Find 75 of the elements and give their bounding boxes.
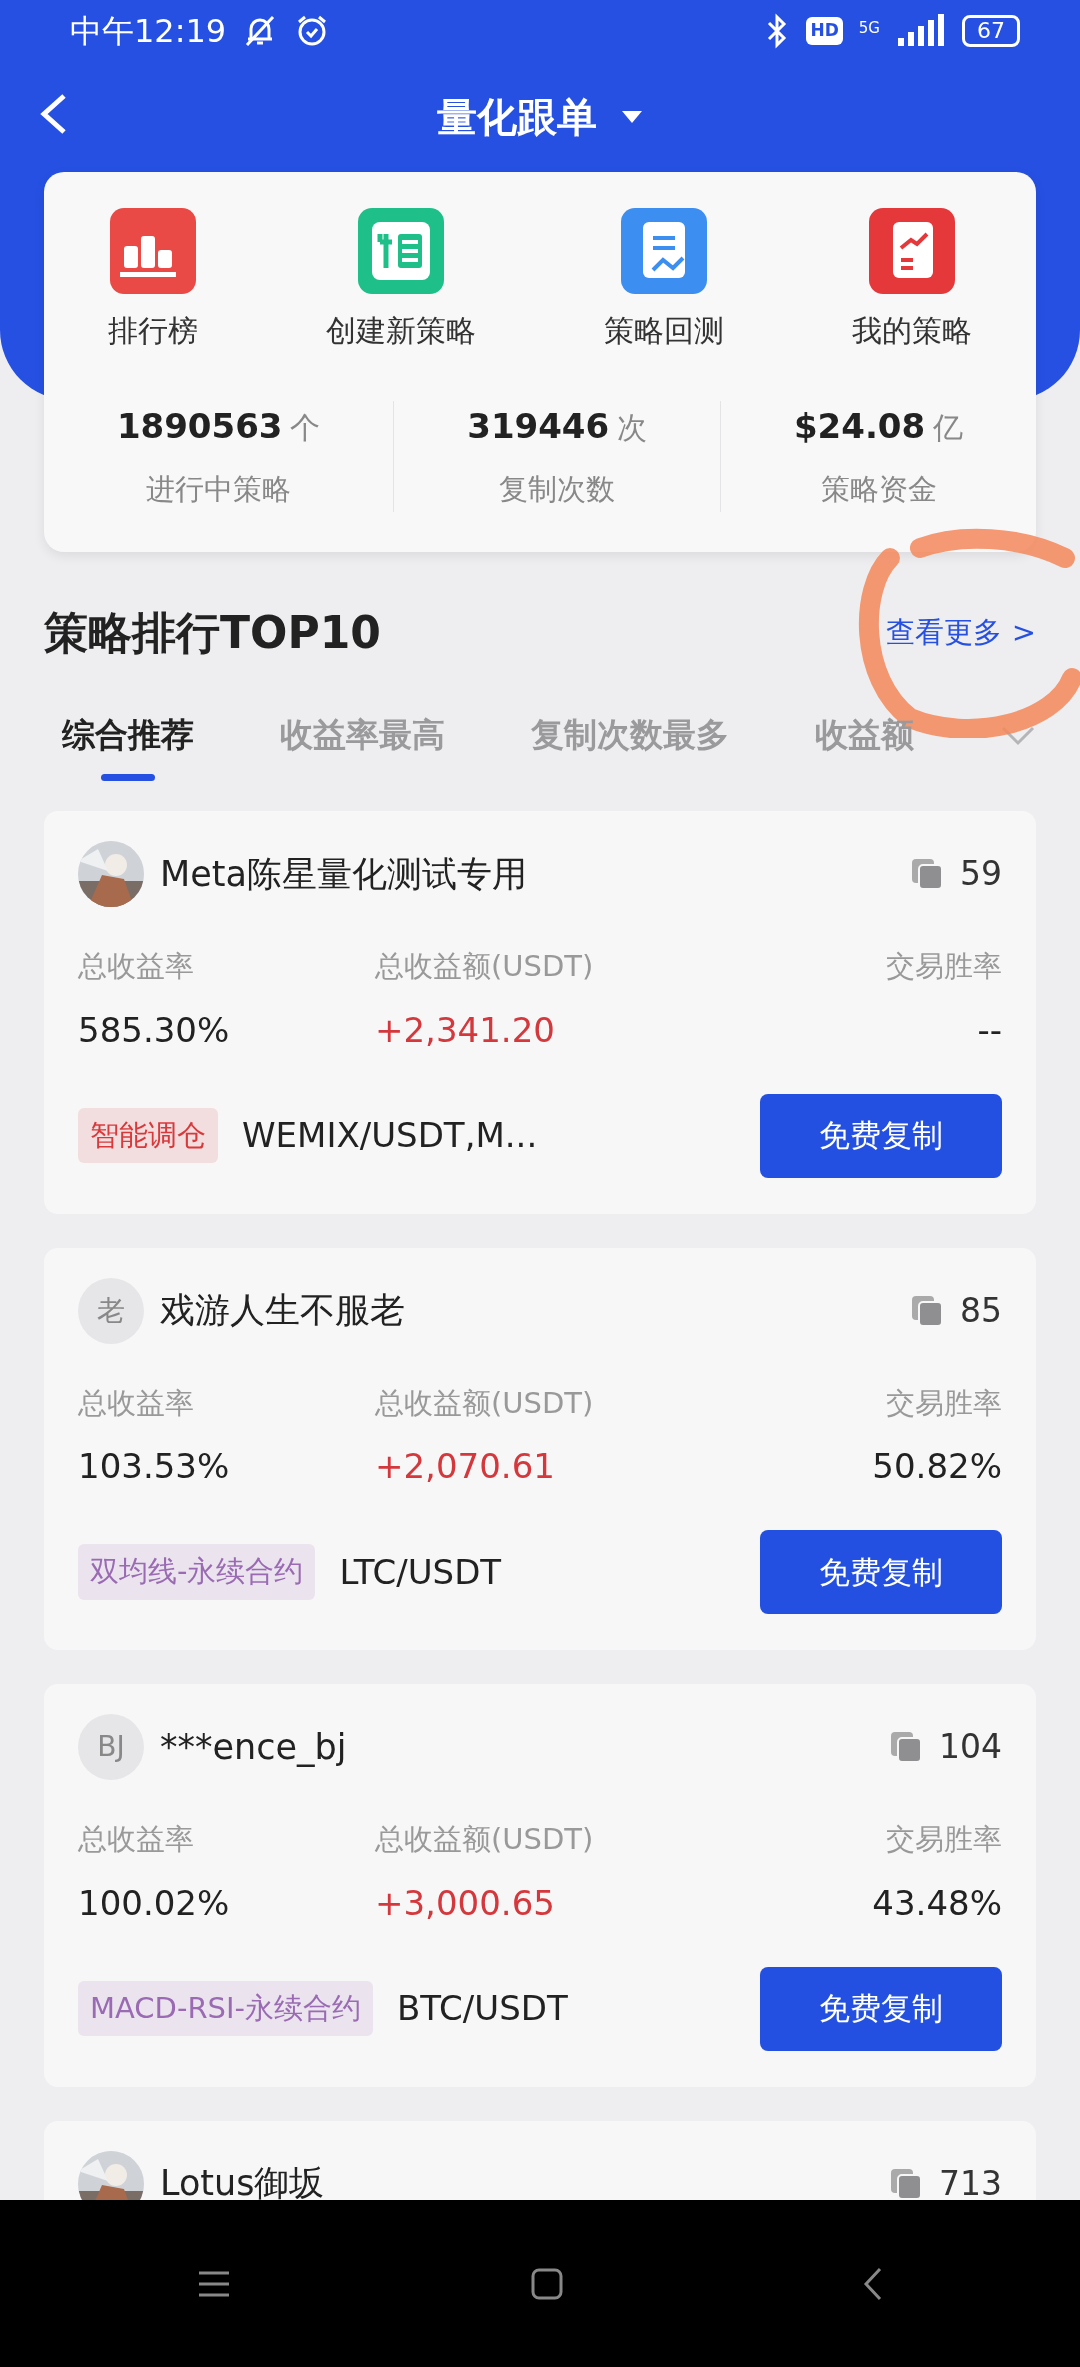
- dropdown-caret-icon[interactable]: [621, 110, 643, 124]
- menu-button[interactable]: [197, 2269, 232, 2298]
- status-time: 中午12:19: [70, 11, 227, 52]
- metric-value: --: [976, 1008, 1002, 1052]
- shortcut-item[interactable]: 排行榜: [108, 208, 198, 353]
- metric-label: 总收益率: [78, 1384, 195, 1422]
- metric-label: 总收益率: [78, 948, 195, 985]
- avatar: BJ: [78, 1714, 144, 1780]
- metric-value: 100.02%: [78, 1881, 231, 1925]
- metric-label: 总收益额(USDT): [375, 948, 595, 985]
- copy-button[interactable]: 免费复制: [760, 1966, 1002, 2051]
- metric-label: 交易胜率: [885, 1821, 1002, 1858]
- trading-pairs: WEMIX/USDT,M...: [242, 1114, 539, 1157]
- copy-count: 59: [960, 853, 1002, 896]
- metric-value: +2,070.61: [375, 1445, 556, 1488]
- trading-pairs: LTC/USDT: [339, 1550, 503, 1594]
- stat-value: 319446: [467, 406, 610, 446]
- metric-label: 总收益率: [78, 1821, 195, 1858]
- network-type: 5G: [858, 18, 880, 39]
- chart-document-icon: [869, 208, 955, 294]
- copy-button[interactable]: 免费复制: [760, 1530, 1002, 1614]
- metric-label: 总收益额(USDT): [375, 1384, 595, 1422]
- menu-icon: [197, 2269, 232, 2298]
- copy-count: 713: [939, 2162, 1002, 2200]
- avatar: 老: [78, 1277, 144, 1344]
- page-title: 量化跟单: [437, 93, 597, 142]
- metric-value: +2,341.20: [375, 1008, 556, 1052]
- metric-value: 585.30%: [78, 1008, 231, 1052]
- strategy-tag: 双均线-永续合约: [78, 1544, 316, 1600]
- stat-value: $24.08: [793, 406, 926, 446]
- podium-icon: [110, 208, 196, 294]
- metric-value: +3,000.65: [375, 1881, 556, 1925]
- metric-value: 50.82%: [871, 1445, 1002, 1488]
- wrench-list-icon: [358, 208, 444, 294]
- battery: 67: [962, 15, 1020, 47]
- strategy-tag: MACD-RSI-永续合约: [78, 1980, 373, 2037]
- copy-icon: [889, 1730, 923, 1764]
- section-title: 策略排行TOP10: [44, 605, 381, 660]
- shortcut-item[interactable]: 创建新策略: [326, 208, 476, 353]
- stat-unit: 亿: [933, 410, 964, 445]
- tab[interactable]: 综合推荐: [62, 709, 194, 781]
- strategy-tag: 智能调仓: [78, 1107, 218, 1164]
- shortcut-item[interactable]: 策略回测: [604, 208, 724, 353]
- trader-name: Lotus御坂: [160, 2162, 326, 2200]
- more-link[interactable]: 查看更多 >: [886, 610, 1036, 655]
- stat-label: 复制次数: [498, 471, 617, 508]
- back-icon: [862, 2266, 883, 2301]
- stat-value: 1890563: [116, 406, 283, 446]
- metric-value: 43.48%: [871, 1881, 1002, 1925]
- chart-document-icon: [621, 208, 707, 294]
- copy-count: 104: [939, 1726, 1002, 1769]
- trader-name: Meta陈星量化测试专用: [160, 852, 528, 896]
- metric-label: 总收益额(USDT): [375, 1821, 595, 1858]
- trading-pairs: BTC/USDT: [396, 1987, 569, 2030]
- trader-name: ***ence_bj: [160, 1725, 348, 1769]
- trader-name: 戏游人生不服老: [160, 1289, 406, 1333]
- stat-unit: 个: [290, 410, 321, 445]
- copy-count: 85: [960, 1289, 1002, 1332]
- metric-label: 交易胜率: [885, 1384, 1002, 1422]
- home-button[interactable]: [530, 2266, 564, 2301]
- shortcut-item[interactable]: 我的策略: [852, 208, 972, 353]
- network-label: HD: [806, 17, 843, 45]
- copy-icon: [910, 857, 944, 891]
- copy-icon: [910, 1293, 944, 1328]
- signal-icon: [896, 14, 946, 48]
- stat-unit: 次: [617, 410, 648, 445]
- copy-button[interactable]: 免费复制: [760, 1093, 1002, 1178]
- stat-label: 进行中策略: [145, 471, 293, 508]
- square-icon: [530, 2266, 564, 2301]
- back-icon: [38, 92, 68, 136]
- back-button[interactable]: [38, 92, 68, 136]
- metric-label: 交易胜率: [885, 948, 1002, 985]
- back-button[interactable]: [862, 2266, 883, 2301]
- metric-value: 103.53%: [78, 1445, 231, 1488]
- stat-label: 策略资金: [819, 471, 938, 508]
